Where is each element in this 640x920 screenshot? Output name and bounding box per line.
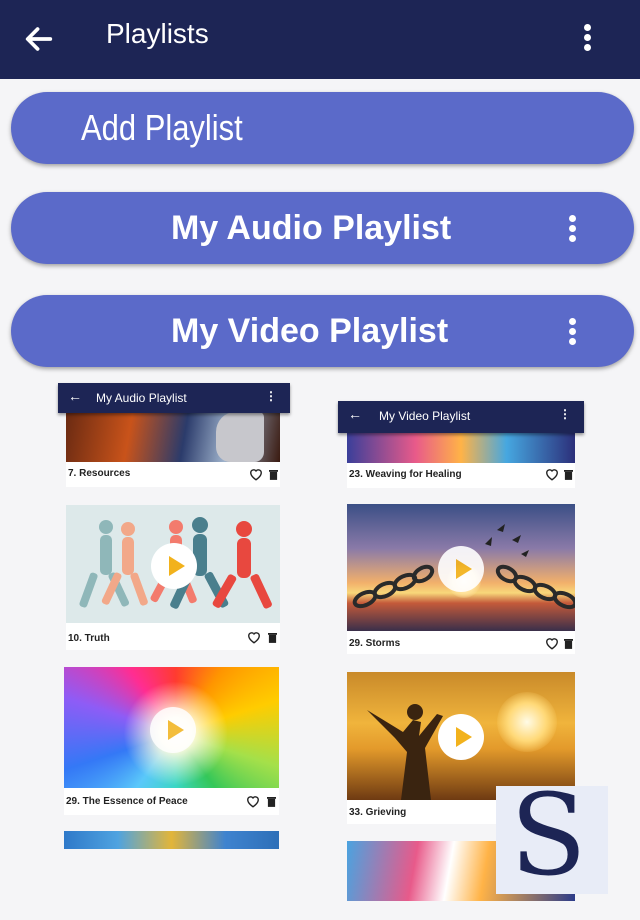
trash-icon[interactable] <box>268 632 277 643</box>
list-item[interactable]: 29. Storms <box>347 504 575 654</box>
item-title: 29. Storms <box>349 638 401 649</box>
audio-playlist-button[interactable]: My Audio Playlist <box>11 192 634 264</box>
brand-logo: S <box>496 776 608 896</box>
heart-icon[interactable] <box>545 637 559 650</box>
heart-icon[interactable] <box>247 631 261 644</box>
thumbnail-image <box>347 504 575 631</box>
list-item[interactable]: 10. Truth <box>66 505 280 650</box>
audio-preview-title: My Audio Playlist <box>96 391 187 405</box>
app-bar: Playlists <box>0 0 640 79</box>
more-vert-icon: ⋮ <box>265 389 277 403</box>
play-button-icon[interactable] <box>438 546 484 592</box>
video-preview-title: My Video Playlist <box>379 409 471 423</box>
add-playlist-label: Add Playlist <box>81 107 243 148</box>
audio-preview-bar: ← My Audio Playlist ⋮ <box>58 383 290 413</box>
list-item[interactable]: 23. Weaving for Healing <box>347 430 575 488</box>
logo-letter: S <box>510 771 587 901</box>
back-arrow-icon: ← <box>68 388 82 404</box>
play-button-icon[interactable] <box>151 543 197 589</box>
video-playlist-label: My Video Playlist <box>171 312 449 350</box>
video-preview-bar: ← My Video Playlist ⋮ <box>338 401 584 433</box>
play-button-icon[interactable] <box>150 707 196 753</box>
more-vert-icon: ⋮ <box>559 407 571 421</box>
audio-playlist-label: My Audio Playlist <box>171 209 452 247</box>
video-playlist-menu-icon[interactable] <box>568 317 578 347</box>
item-title: 23. Weaving for Healing <box>349 469 462 480</box>
heart-icon[interactable] <box>249 468 263 481</box>
list-item[interactable] <box>64 831 279 849</box>
thumbnail-image <box>66 412 280 462</box>
more-vert-icon[interactable] <box>576 22 600 52</box>
list-item[interactable]: 7. Resources <box>66 412 280 487</box>
trash-icon[interactable] <box>564 469 573 480</box>
play-button-icon[interactable] <box>438 714 484 760</box>
trash-icon[interactable] <box>564 638 573 649</box>
heart-icon[interactable] <box>246 795 260 808</box>
add-playlist-button[interactable]: Add Playlist <box>11 92 634 164</box>
thumbnail-image <box>66 505 280 623</box>
page-title: Playlists <box>106 18 209 49</box>
back-arrow-icon[interactable] <box>22 22 56 56</box>
back-arrow-icon: ← <box>348 406 362 422</box>
item-title: 33. Grieving <box>349 807 407 818</box>
heart-icon[interactable] <box>545 468 559 481</box>
audio-playlist-menu-icon[interactable] <box>568 214 578 244</box>
video-playlist-button[interactable]: My Video Playlist <box>11 295 634 367</box>
thumbnail-image <box>347 430 575 463</box>
item-title: 10. Truth <box>68 633 110 644</box>
item-title: 7. Resources <box>68 468 131 479</box>
list-item[interactable]: 29. The Essence of Peace <box>64 667 279 815</box>
item-title: 29. The Essence of Peace <box>66 796 188 807</box>
thumbnail-image <box>64 667 279 788</box>
trash-icon[interactable] <box>269 469 278 480</box>
trash-icon[interactable] <box>267 796 276 807</box>
